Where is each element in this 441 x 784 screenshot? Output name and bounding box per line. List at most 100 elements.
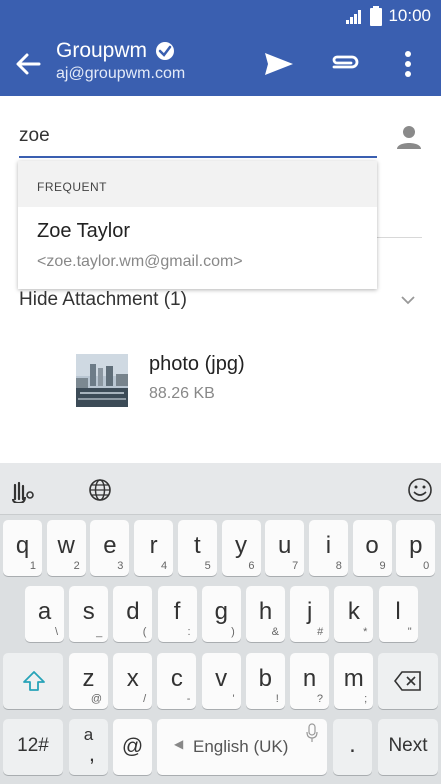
at-key[interactable]: @ xyxy=(113,719,152,775)
key-sublabel: 8 xyxy=(335,560,342,572)
contact-suggestion-popup: FREQUENT Zoe Taylor <zoe.taylor.wm@gmail… xyxy=(18,161,377,289)
shift-key[interactable] xyxy=(3,653,63,709)
key-n[interactable]: n? xyxy=(290,653,329,709)
backspace-icon xyxy=(394,671,421,691)
more-options-icon[interactable] xyxy=(398,50,418,78)
key-q[interactable]: q1 xyxy=(3,520,42,576)
key-label: n xyxy=(302,665,317,692)
back-arrow-icon[interactable] xyxy=(14,50,42,78)
key-j[interactable]: j # xyxy=(290,586,330,642)
contact-person-icon[interactable] xyxy=(396,124,422,150)
key-label: 12# xyxy=(17,735,49,756)
key-label: l xyxy=(395,598,401,625)
key-v[interactable]: v ' xyxy=(201,653,241,709)
chevron-down-icon[interactable] xyxy=(398,290,418,310)
backspace-key[interactable] xyxy=(378,653,438,709)
subject-underline xyxy=(377,237,422,238)
account-name-label: Groupwm xyxy=(56,39,148,62)
status-icons: 10:00 xyxy=(346,6,431,26)
key-b[interactable]: b! xyxy=(245,653,285,709)
to-input[interactable]: zoe xyxy=(19,125,376,147)
key-z[interactable]: z @ xyxy=(69,653,108,709)
emoji-icon[interactable] xyxy=(407,477,433,503)
space-left-arrow: ◀ xyxy=(174,737,184,751)
attachment-file-name[interactable]: photo (jpg) xyxy=(149,353,245,376)
key-label: q xyxy=(15,532,30,559)
key-label: b xyxy=(258,665,272,692)
key-sublabel: 4 xyxy=(160,560,168,572)
key-f[interactable]: f: xyxy=(157,586,197,642)
key-label: g xyxy=(214,598,228,625)
key-sublabel: ( xyxy=(142,626,147,638)
comma-key[interactable]: a, xyxy=(69,719,108,775)
swype-gesture-icon[interactable] xyxy=(9,477,35,503)
hide-attachment-toggle[interactable]: Hide Attachment (1) xyxy=(19,289,187,311)
signal-icon xyxy=(346,10,362,24)
suggestion-email[interactable]: <zoe.taylor.wm@gmail.com> xyxy=(37,253,243,271)
attachment-file-size: 88.26 KB xyxy=(149,385,215,402)
symbols-key[interactable]: 12# xyxy=(3,719,63,775)
key-r[interactable]: r4 xyxy=(134,520,174,576)
key-label: c xyxy=(170,665,183,692)
key-label: w xyxy=(57,532,75,559)
suggestion-name[interactable]: Zoe Taylor xyxy=(37,220,130,243)
key-y[interactable]: y6 xyxy=(221,520,261,576)
key-s[interactable]: s _ xyxy=(69,586,109,642)
key-sublabel: & xyxy=(271,626,279,638)
space-key[interactable]: ◀ English (UK) xyxy=(157,719,327,775)
key-u[interactable]: u7 xyxy=(265,520,305,576)
key-p[interactable]: p0 xyxy=(396,520,436,576)
key-sublabel: 1 xyxy=(29,560,36,572)
key-label: k xyxy=(347,598,360,625)
key-sublabel: 9 xyxy=(379,560,386,572)
key-label: x xyxy=(126,665,139,692)
send-icon[interactable] xyxy=(263,50,295,78)
key-i[interactable]: i8 xyxy=(308,520,348,576)
to-input-underline xyxy=(19,156,377,158)
key-c[interactable]: c- xyxy=(157,653,197,709)
key-label: h xyxy=(258,598,273,625)
key-sublabel: @ xyxy=(90,693,102,705)
key-label: . xyxy=(349,731,356,758)
key-sublabel: ) xyxy=(231,626,235,638)
globe-icon[interactable] xyxy=(87,477,113,503)
key-g[interactable]: g) xyxy=(201,586,241,642)
key-sublabel: - xyxy=(186,693,191,705)
key-t[interactable]: t5 xyxy=(177,520,217,576)
key-sublabel: ; xyxy=(364,693,368,705)
key-sublabel: 3 xyxy=(117,560,124,572)
status-bar: 10:00 xyxy=(0,0,441,32)
key-sublabel: 7 xyxy=(292,560,299,572)
account-email: aj@groupwm.com xyxy=(56,65,186,82)
account-name[interactable]: Groupwm xyxy=(56,39,175,63)
paperclip-icon[interactable] xyxy=(328,50,360,78)
key-a[interactable]: a \ xyxy=(25,586,64,642)
key-label: y xyxy=(235,532,247,559)
key-label: @ xyxy=(121,735,144,758)
key-sublabel: ' xyxy=(232,693,235,705)
key-sublabel: # xyxy=(317,626,324,638)
key-m[interactable]: m; xyxy=(334,653,374,709)
key-e[interactable]: e3 xyxy=(90,520,130,576)
key-h[interactable]: h & xyxy=(246,586,285,642)
key-w[interactable]: w2 xyxy=(46,520,86,576)
battery-icon xyxy=(370,6,383,26)
key-x[interactable]: x / xyxy=(113,653,153,709)
attachment-thumbnail[interactable] xyxy=(76,354,128,407)
verified-dropdown-icon[interactable] xyxy=(155,41,175,61)
key-label: j xyxy=(307,598,313,625)
key-sublabel: ! xyxy=(275,693,279,705)
key-o[interactable]: o9 xyxy=(352,520,392,576)
key-label: a xyxy=(37,598,52,625)
shift-arrow-icon xyxy=(23,671,45,691)
key-d[interactable]: d( xyxy=(113,586,153,642)
period-key[interactable]: . xyxy=(333,719,372,775)
key-label: z xyxy=(82,665,95,692)
key-label: m xyxy=(343,665,364,692)
key-label: Next xyxy=(388,735,428,756)
key-label: v xyxy=(215,665,228,692)
next-key[interactable]: Next xyxy=(378,719,438,775)
key-l[interactable]: l " xyxy=(378,586,418,642)
key-k[interactable]: k * xyxy=(334,586,374,642)
key-sublabel: 2 xyxy=(73,560,80,572)
